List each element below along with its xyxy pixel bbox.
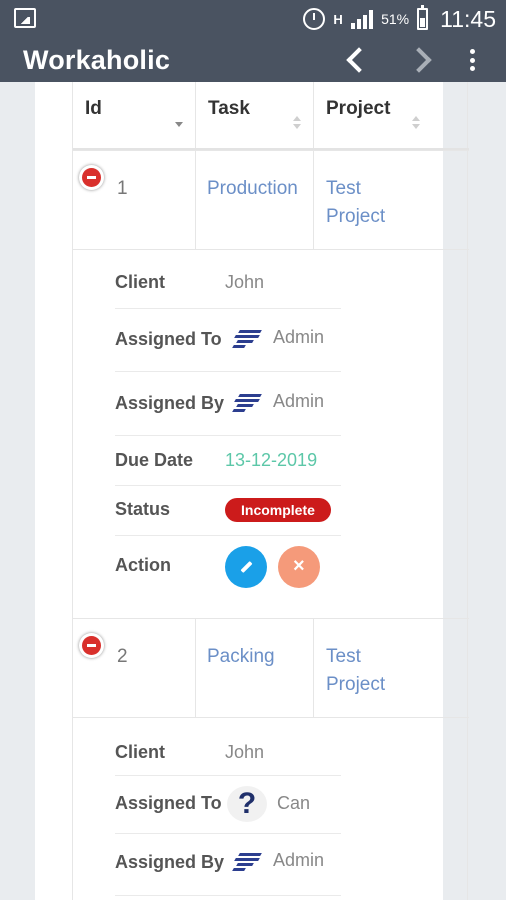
app-toolbar: Workaholic bbox=[0, 38, 506, 82]
company-logo-icon bbox=[232, 328, 263, 349]
detail-label: Due Date bbox=[115, 450, 194, 470]
page-content: Id Task Project 1 Production Test Projec… bbox=[35, 82, 469, 900]
row-id: 1 bbox=[117, 178, 128, 199]
forward-button[interactable] bbox=[406, 44, 438, 76]
sort-icon bbox=[410, 116, 422, 130]
assigned-to-value: ? Can bbox=[227, 786, 311, 822]
edit-button[interactable] bbox=[225, 546, 267, 588]
detail-client: Client John bbox=[115, 250, 341, 309]
detail-label: Action bbox=[115, 555, 171, 575]
status-value: Incomplete bbox=[225, 498, 331, 522]
tasks-table: Id Task Project 1 Production Test Projec… bbox=[72, 82, 469, 900]
project-link[interactable]: Test bbox=[326, 175, 432, 203]
cell-project: Test Project bbox=[314, 151, 432, 249]
column-header-label: Task bbox=[208, 98, 250, 119]
detail-client: Client John bbox=[115, 718, 341, 776]
assigned-to-name: Can bbox=[277, 792, 311, 813]
alarm-icon bbox=[303, 8, 326, 30]
cell-id: 2 bbox=[73, 619, 196, 717]
company-logo-icon bbox=[232, 851, 263, 872]
sort-desc-icon bbox=[173, 116, 185, 130]
row-id: 2 bbox=[117, 646, 128, 667]
detail-assigned-by: Assigned By Admin bbox=[115, 372, 341, 436]
detail-label: Assigned To bbox=[115, 793, 222, 813]
assigned-by-name: Admin bbox=[273, 391, 325, 411]
detail-assigned-to: Assigned To ? Can bbox=[115, 776, 341, 834]
app-title: Workaholic bbox=[23, 45, 171, 75]
assigned-to-name: Admin bbox=[273, 327, 325, 347]
chevron-left-icon bbox=[346, 47, 372, 73]
battery-icon bbox=[417, 5, 429, 30]
detail-due-date: Due Date 13-12-2019 bbox=[115, 436, 341, 486]
gallery-notification-icon bbox=[14, 8, 36, 28]
client-value: John bbox=[225, 742, 265, 762]
clock: 11:45 bbox=[440, 5, 496, 32]
column-header-label: Project bbox=[326, 98, 391, 119]
table-row: 1 Production Test Project bbox=[73, 150, 469, 250]
detail-label: Assigned By bbox=[115, 393, 225, 413]
project-link-line2[interactable]: Project bbox=[326, 671, 432, 699]
row-details: Client John Assigned To ? Can Assigned By… bbox=[73, 718, 469, 900]
assigned-by-name: Admin bbox=[273, 850, 325, 870]
column-header-label: Id bbox=[85, 98, 102, 119]
question-avatar-icon: ? bbox=[227, 786, 267, 822]
assigned-by-value: Admin bbox=[232, 391, 325, 413]
cell-project: Test Project bbox=[314, 619, 432, 717]
detail-label: Client bbox=[115, 272, 166, 292]
cell-task: Production bbox=[196, 151, 314, 249]
detail-action: Action × bbox=[115, 536, 341, 606]
column-header-project[interactable]: Project bbox=[314, 82, 432, 148]
sort-icon bbox=[291, 116, 303, 130]
table-header: Id Task Project bbox=[73, 82, 469, 150]
signal-icon bbox=[351, 9, 374, 29]
delete-button[interactable]: × bbox=[278, 546, 321, 588]
back-button[interactable] bbox=[340, 44, 372, 76]
detail-label: Assigned By bbox=[115, 852, 225, 872]
assigned-to-value: Admin bbox=[232, 327, 325, 349]
detail-assigned-to: Assigned To Admin bbox=[115, 309, 341, 372]
project-link-line2[interactable]: Project bbox=[326, 203, 432, 231]
task-link[interactable]: Production bbox=[207, 178, 298, 199]
overflow-menu-button[interactable] bbox=[462, 46, 482, 74]
client-value: John bbox=[225, 272, 265, 292]
pencil-icon bbox=[240, 560, 253, 574]
project-link[interactable]: Test bbox=[326, 643, 432, 671]
assigned-by-value: Admin bbox=[232, 850, 325, 872]
detail-label: Status bbox=[115, 499, 171, 519]
task-link[interactable]: Packing bbox=[207, 646, 275, 667]
due-date-value: 13-12-2019 bbox=[225, 450, 318, 470]
collapse-row-icon[interactable] bbox=[79, 633, 104, 658]
network-type: H bbox=[333, 11, 343, 27]
action-buttons: × bbox=[225, 546, 326, 588]
cell-task: Packing bbox=[196, 619, 314, 717]
cell-id: 1 bbox=[73, 151, 196, 249]
status-icons: H 51% 11:45 bbox=[303, 4, 496, 34]
row-details: Client John Assigned To Admin Assigned B… bbox=[73, 250, 469, 618]
detail-label: Client bbox=[115, 742, 166, 762]
column-header-task[interactable]: Task bbox=[196, 82, 314, 148]
battery-percent: 51% bbox=[381, 11, 410, 27]
close-icon: × bbox=[293, 555, 305, 577]
chevron-right-icon bbox=[406, 47, 432, 73]
status-bar: H 51% 11:45 bbox=[0, 0, 506, 38]
detail-assigned-by: Assigned By Admin bbox=[115, 834, 341, 896]
collapse-row-icon[interactable] bbox=[79, 165, 104, 190]
table-row: 2 Packing Test Project bbox=[73, 618, 469, 718]
status-badge: Incomplete bbox=[225, 498, 331, 522]
detail-status: Status Incomplete bbox=[115, 486, 341, 536]
detail-label: Assigned To bbox=[115, 329, 222, 349]
column-header-id[interactable]: Id bbox=[73, 82, 196, 148]
company-logo-icon bbox=[232, 392, 263, 413]
